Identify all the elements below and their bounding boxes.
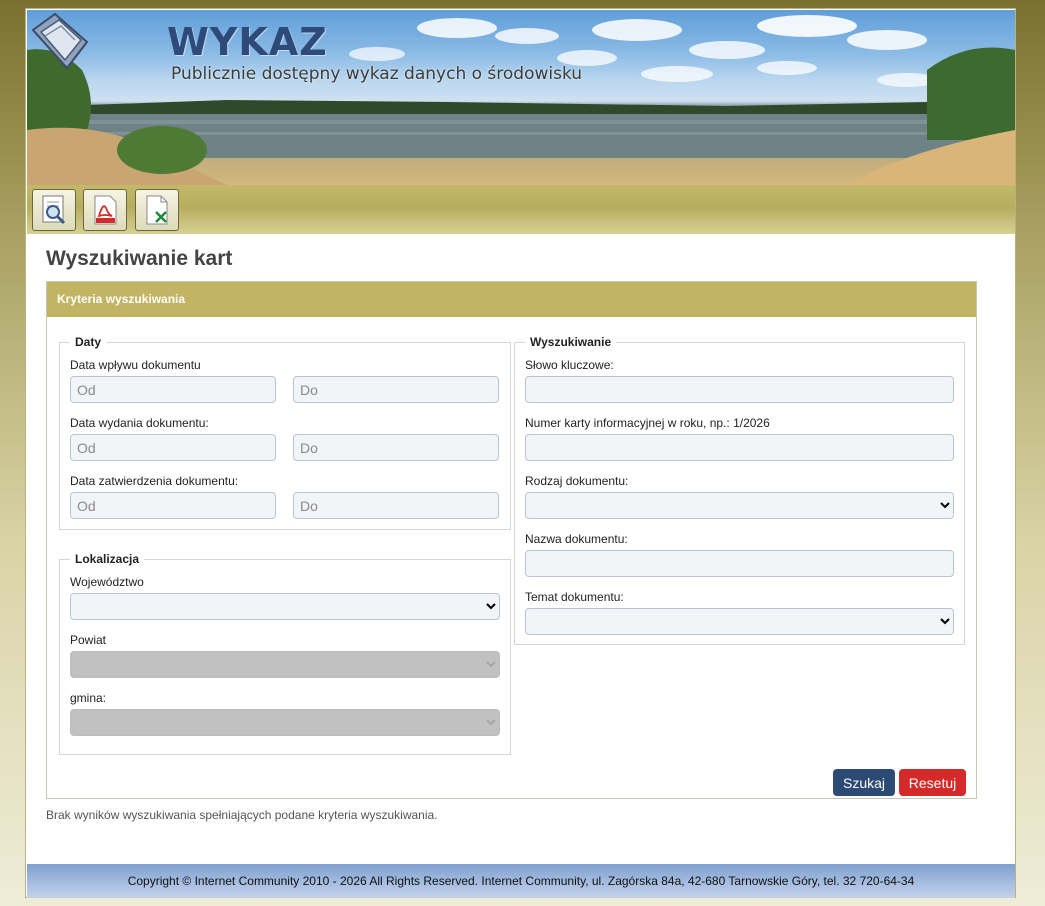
- issue-date-to-input[interactable]: [293, 434, 499, 461]
- excel-icon: [146, 195, 168, 225]
- search-legend: Wyszukiwanie: [530, 335, 612, 349]
- toolbar: [27, 185, 1015, 234]
- site-title: WYKAZ: [167, 20, 328, 64]
- folder-logo-icon: [31, 12, 89, 70]
- document-topic-select[interactable]: [525, 608, 954, 635]
- municipality-select[interactable]: [70, 709, 500, 736]
- document-name-label: Nazwa dokumentu:: [525, 532, 628, 546]
- document-topic-label: Temat dokumentu:: [525, 590, 624, 604]
- site-subtitle: Publicznie dostępny wykaz danych o środo…: [171, 64, 583, 84]
- pdf-icon: [94, 195, 117, 225]
- issue-date-from-input[interactable]: [70, 434, 276, 461]
- issue-date-label: Data wydania dokumentu:: [70, 416, 209, 430]
- approval-date-from-input[interactable]: [70, 492, 276, 519]
- export-pdf-button[interactable]: [83, 189, 127, 231]
- receipt-date-label: Data wpływu dokumentu: [70, 358, 201, 372]
- receipt-date-from-input[interactable]: [70, 376, 276, 403]
- municipality-label: gmina:: [70, 691, 107, 705]
- voivodeship-select[interactable]: [70, 593, 500, 620]
- approval-date-to-input[interactable]: [293, 492, 499, 519]
- approval-date-label: Data zatwierdzenia dokumentu:: [70, 474, 239, 488]
- panel-header: Kryteria wyszukiwania: [47, 282, 976, 317]
- no-results-message: Brak wyników wyszukiwania spełniających …: [46, 808, 438, 822]
- page-title: Wyszukiwanie kart: [46, 247, 233, 270]
- search-button[interactable]: Szukaj: [833, 769, 895, 796]
- reset-button[interactable]: Resetuj: [899, 769, 966, 796]
- page-container: WYKAZ Publicznie dostępny wykaz danych o…: [25, 8, 1016, 898]
- dates-legend: Daty: [75, 335, 102, 349]
- receipt-date-to-input[interactable]: [293, 376, 499, 403]
- location-legend: Lokalizacja: [75, 552, 140, 566]
- search-preview-button[interactable]: [32, 189, 76, 231]
- document-name-input[interactable]: [525, 550, 954, 577]
- keyword-input[interactable]: [525, 376, 954, 403]
- search-criteria-panel: Kryteria wyszukiwania Daty Data wpływu d…: [46, 281, 977, 799]
- keyword-label: Słowo kluczowe:: [525, 358, 614, 372]
- export-excel-button[interactable]: [135, 189, 179, 231]
- search-icon: [42, 195, 66, 225]
- county-select[interactable]: [70, 651, 500, 678]
- voivodeship-label: Województwo: [70, 575, 144, 589]
- header-banner: WYKAZ Publicznie dostępny wykaz danych o…: [27, 10, 1015, 185]
- footer-copyright: Copyright © Internet Community 2010 - 20…: [27, 864, 1015, 898]
- document-type-select[interactable]: [525, 492, 954, 519]
- card-number-label: Numer karty informacyjnej w roku, np.: 1…: [525, 416, 770, 430]
- county-label: Powiat: [70, 633, 107, 647]
- document-type-label: Rodzaj dokumentu:: [525, 474, 629, 488]
- card-number-input[interactable]: [525, 434, 954, 461]
